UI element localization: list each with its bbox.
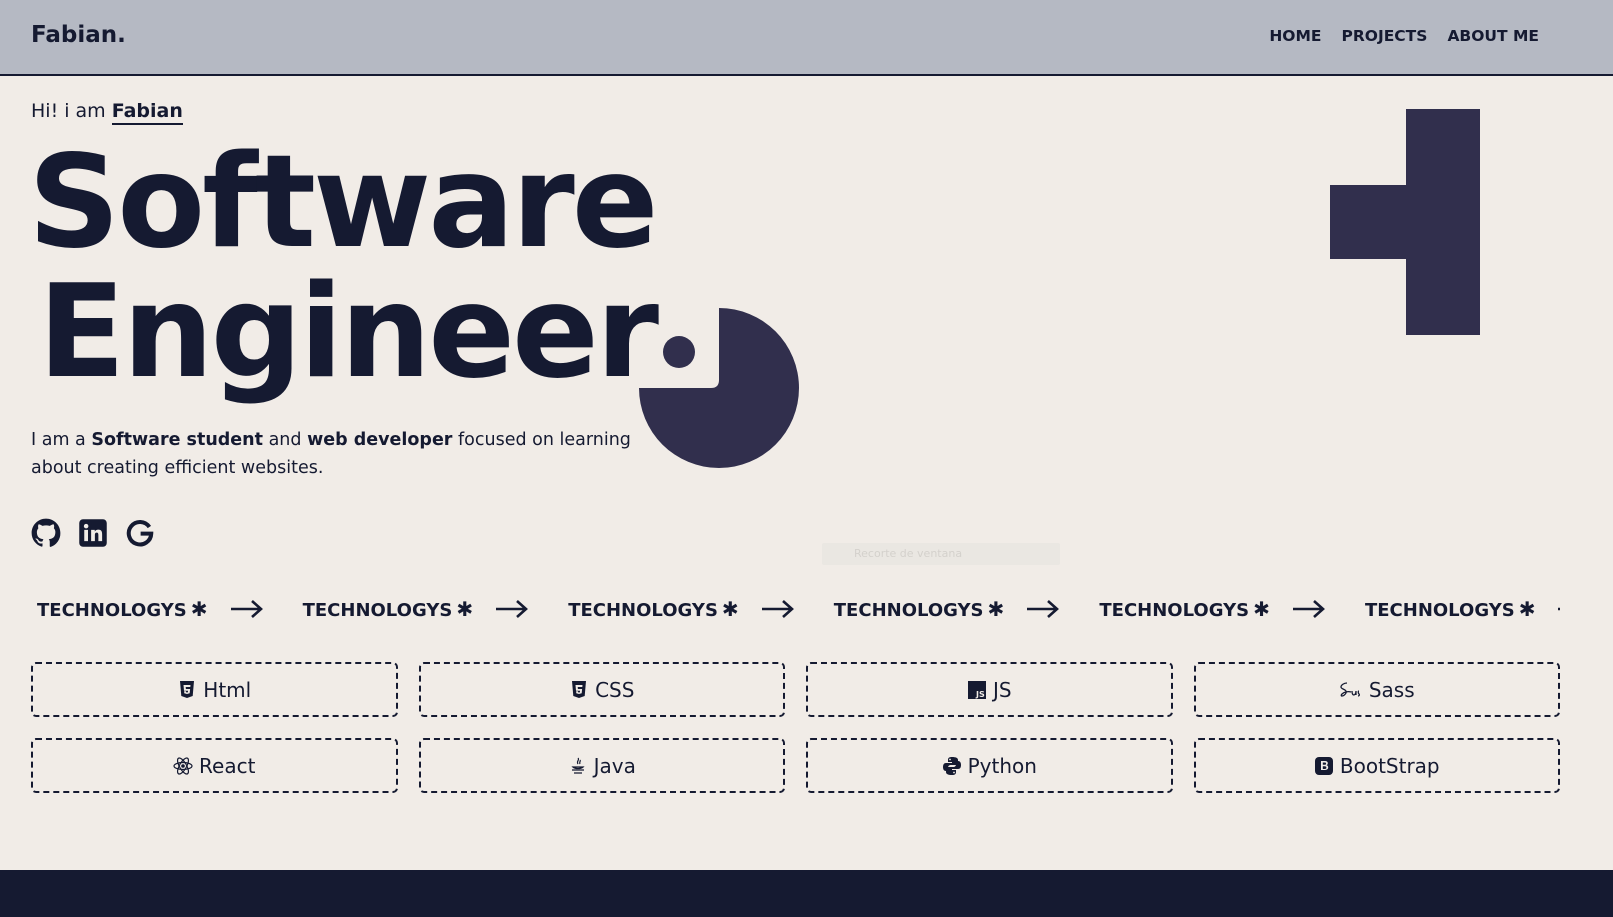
tech-label: React xyxy=(199,753,256,778)
tech-label: CSS xyxy=(595,677,635,702)
nav-projects-link[interactable]: PROJECTS xyxy=(1341,27,1427,45)
tech-card-sass[interactable]: Sass xyxy=(1193,662,1560,717)
marquee-label: TECHNOLOGYS xyxy=(568,600,718,621)
desc-bold-software-student: Software student xyxy=(91,430,263,450)
arrow-right-icon xyxy=(1292,600,1325,618)
marquee-item: TECHNOLOGYS ✱ xyxy=(1099,597,1270,621)
desc-part: and xyxy=(263,430,308,450)
arrow-right-icon xyxy=(1558,607,1560,611)
marquee-label: TECHNOLOGYS xyxy=(1364,600,1515,621)
tech-card-css[interactable]: CSS xyxy=(418,662,785,717)
hero-description: I am a Software student and web develope… xyxy=(31,426,631,482)
greeting-name: Fabian xyxy=(111,100,183,125)
sass-icon xyxy=(1340,681,1360,697)
react-icon xyxy=(173,756,193,775)
js-icon: JS xyxy=(967,680,986,699)
arrow-right-icon xyxy=(1027,600,1060,618)
hero-title-line2: Engineer xyxy=(38,258,659,407)
arrow-right-icon xyxy=(230,600,263,618)
tech-label: Sass xyxy=(1368,677,1415,702)
site-header: Fabian. HOME PROJECTS ABOUT ME xyxy=(0,0,1613,76)
html5-icon xyxy=(180,680,195,698)
marquee-label: TECHNOLOGYS xyxy=(37,600,187,621)
site-footer xyxy=(0,870,1613,917)
asterisk-icon: ✱ xyxy=(721,597,739,621)
arrow-right-icon xyxy=(496,600,529,618)
marquee-label: TECHNOLOGYS xyxy=(833,600,984,621)
marquee-label: TECHNOLOGYS xyxy=(1099,600,1250,621)
technologies-grid: Html CSS JS JS Sass React Java Python Bo… xyxy=(31,662,1560,793)
technologies-marquee: TECHNOLOGYS ✱ TECHNOLOGYS ✱ TECHNOLOGYS ✱ T… xyxy=(37,597,1560,625)
greeting-prefix: Hi! i am xyxy=(31,100,112,122)
python-icon xyxy=(942,756,961,775)
bootstrap-icon xyxy=(1314,756,1333,775)
hero-title-line1: Software xyxy=(28,128,659,277)
tech-card-html[interactable]: Html xyxy=(31,662,398,717)
tech-card-js[interactable]: JS JS xyxy=(806,662,1173,717)
social-links xyxy=(31,518,155,548)
svg-text:JS: JS xyxy=(975,690,985,699)
decorative-block-shape xyxy=(1330,109,1480,335)
desc-part: I am a xyxy=(31,430,92,450)
tech-card-python[interactable]: Python xyxy=(806,738,1173,793)
asterisk-icon: ✱ xyxy=(987,597,1005,621)
nav-home-link[interactable]: HOME xyxy=(1269,27,1321,45)
java-icon xyxy=(571,757,585,774)
site-logo[interactable]: Fabian. xyxy=(31,22,126,48)
nav-about-link[interactable]: ABOUT ME xyxy=(1447,27,1539,45)
tech-card-bootstrap[interactable]: BootStrap xyxy=(1193,738,1560,793)
tech-label: JS xyxy=(992,677,1012,702)
tech-label: BootStrap xyxy=(1339,753,1440,778)
marquee-item: TECHNOLOGYS ✱ xyxy=(834,597,1005,621)
tech-label: Java xyxy=(593,753,636,778)
marquee-item: TECHNOLOGYS ✱ xyxy=(568,597,739,621)
tech-card-java[interactable]: Java xyxy=(418,738,785,793)
desc-bold-web-developer: web developer xyxy=(307,430,453,450)
marquee-item: TECHNOLOGYS ✱ xyxy=(37,597,208,621)
arrow-right-icon xyxy=(761,600,794,618)
decorative-pie-shape xyxy=(639,308,799,468)
google-icon[interactable] xyxy=(125,518,155,548)
asterisk-icon: ✱ xyxy=(1518,597,1536,621)
css3-icon xyxy=(572,680,587,698)
main-nav: HOME PROJECTS ABOUT ME xyxy=(1269,27,1539,45)
tech-label: Html xyxy=(203,677,252,702)
greeting: Hi! i am Fabian xyxy=(31,100,183,125)
marquee-item: TECHNOLOGYS ✱ xyxy=(303,597,474,621)
linkedin-icon[interactable] xyxy=(78,518,108,548)
tech-label: Python xyxy=(967,753,1037,778)
marquee-item: TECHNOLOGYS ✱ xyxy=(1365,597,1536,621)
faint-overlay-label: Recorte de ventana xyxy=(822,543,1060,565)
github-icon[interactable] xyxy=(31,518,61,548)
asterisk-icon: ✱ xyxy=(456,597,474,621)
asterisk-icon: ✱ xyxy=(1253,597,1270,621)
tech-card-react[interactable]: React xyxy=(31,738,398,793)
marquee-label: TECHNOLOGYS xyxy=(302,600,453,621)
asterisk-icon: ✱ xyxy=(190,597,208,621)
